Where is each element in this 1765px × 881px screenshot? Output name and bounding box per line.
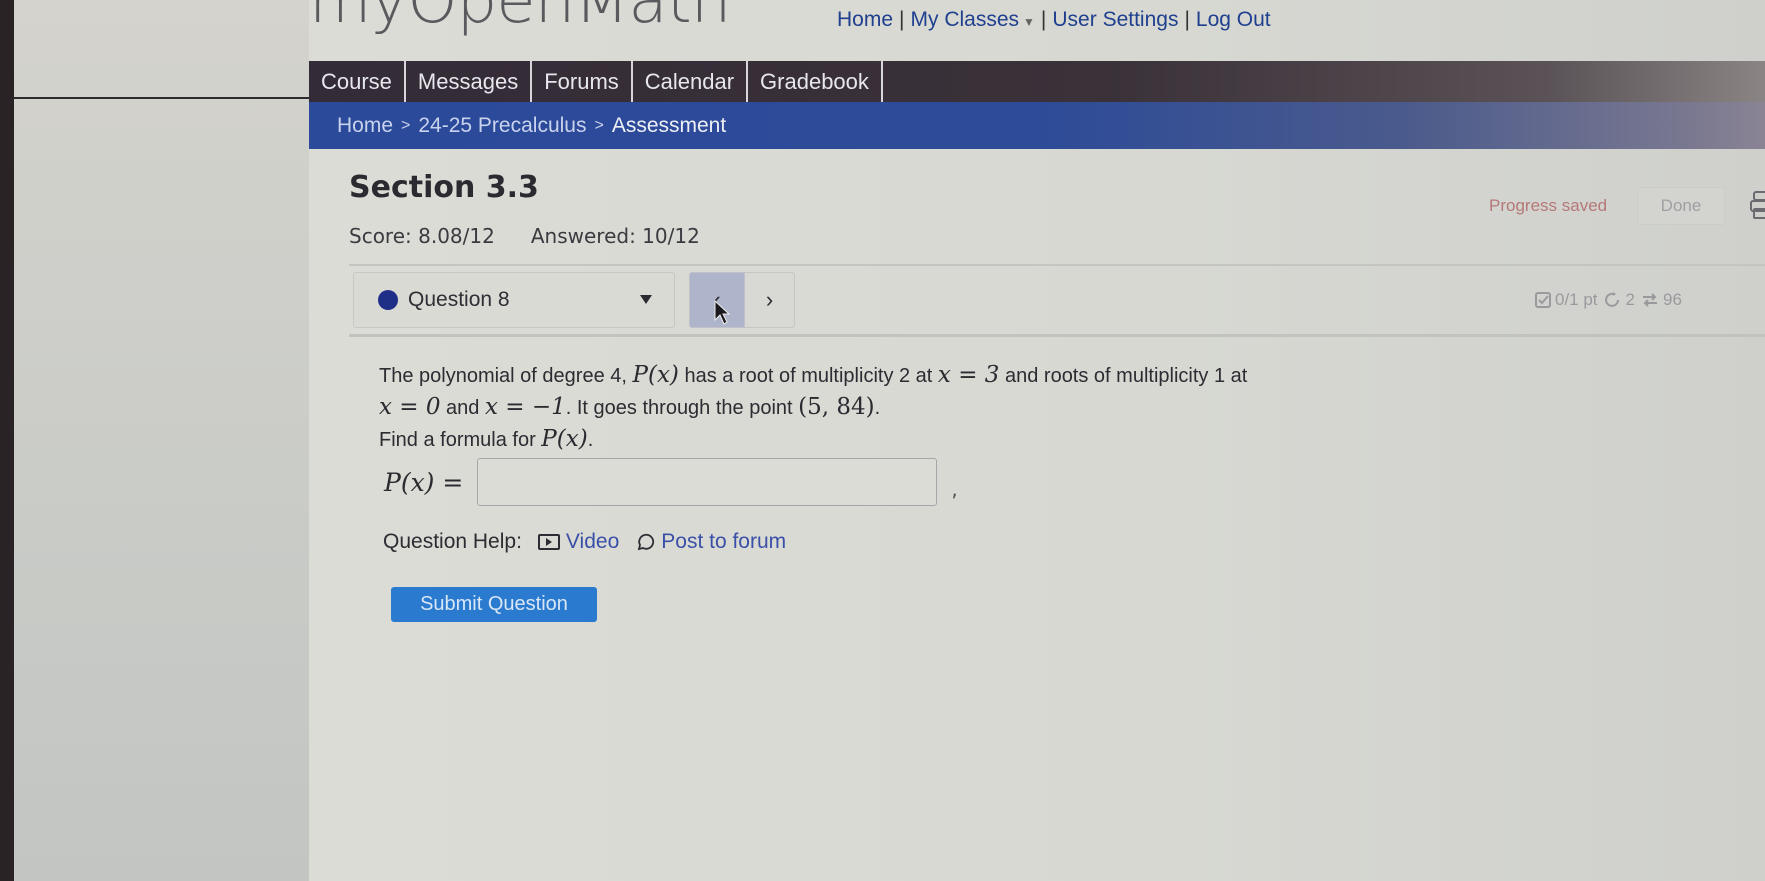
math-x-eq-0: x = 0 [379, 394, 441, 420]
text: and [440, 397, 485, 419]
video-icon [537, 534, 560, 550]
divider [349, 264, 1765, 266]
post-to-forum-label: Post to forum [661, 530, 787, 553]
done-button[interactable]: Done [1637, 187, 1725, 225]
math-expression: P(x) [541, 426, 587, 452]
answer-input[interactable] [477, 458, 938, 506]
math-expression: x = 0 [379, 394, 441, 420]
breadcrumb-home[interactable]: Home [337, 114, 393, 138]
math-x-eq-neg1: x = −1 [484, 394, 566, 420]
breadcrumb-separator: > [401, 116, 411, 134]
progress-status: Progress saved [1489, 196, 1608, 215]
points-text: 0/1 pt [1555, 290, 1598, 309]
link-home[interactable]: Home [837, 8, 893, 32]
question-help: Question Help: Video Post to forum [383, 530, 786, 554]
math-x-eq-3: x = 3 [937, 362, 1000, 388]
gutter-divider [14, 97, 309, 99]
page-content: myOpenMath Home | My Classes ▼ | User Set… [309, 0, 1765, 881]
text: and roots of multiplicity 1 at [999, 365, 1248, 387]
attempts-text: 2 [1625, 290, 1636, 309]
math-px: P(x) [632, 362, 679, 388]
answer-label-text: P(x) = [384, 467, 464, 497]
separator: | [899, 8, 905, 31]
question-status-dot [378, 290, 398, 310]
text: . It goes through the point [565, 397, 799, 419]
divider [349, 334, 1765, 337]
points-info: 0/1 pt [1535, 290, 1598, 310]
math-expression: (5, 84) [798, 394, 875, 420]
link-user-settings[interactable]: User Settings [1052, 8, 1178, 32]
score-text: Score: 8.08/12 [349, 224, 495, 248]
versions-info: 96 [1641, 290, 1682, 310]
tab-forums[interactable]: Forums [532, 61, 633, 102]
score-summary: Score: 8.08/12 Answered: 10/12 [349, 224, 700, 248]
separator: | [1040, 8, 1047, 31]
breadcrumb-current: Assessment [611, 113, 727, 137]
text: has a root of multiplicity 2 at [678, 365, 938, 387]
top-links: Home | My Classes ▼ | User Settings | Log… [837, 8, 1271, 32]
question-line-1: The polynomial of degree 4, P(x) has a r… [379, 360, 1479, 392]
tab-calendar[interactable]: Calendar [633, 61, 749, 102]
breadcrumb-course[interactable]: 24-25 Precalculus [418, 114, 586, 138]
site-logo[interactable]: myOpenMath [309, 0, 731, 38]
text: . [874, 397, 881, 419]
chevron-down-icon: ▼ [1023, 15, 1035, 29]
help-label: Question Help: [383, 530, 522, 553]
browser-screen: myOpenMath Home | My Classes ▼ | User Set… [14, 0, 1765, 881]
main-nav: Course Messages Forums Calendar Gradeboo… [309, 61, 1765, 102]
attempts-info: 2 [1604, 290, 1635, 310]
question-meta: 0/1 pt 2 96 [1535, 290, 1682, 310]
page-title: Section 3.3 [349, 170, 539, 205]
answer-label: P(x) = [384, 468, 463, 497]
question-text: The polynomial of degree 4, P(x) has a r… [379, 360, 1479, 456]
versions-text: 96 [1663, 290, 1682, 309]
question-line-3: Find a formula for P(x). [379, 424, 1479, 456]
math-px: P(x) [541, 426, 588, 452]
tab-gradebook[interactable]: Gradebook [748, 61, 883, 102]
tab-messages[interactable]: Messages [406, 61, 533, 102]
answered-text: Answered: 10/12 [530, 224, 700, 248]
answer-suffix: , [951, 477, 958, 501]
tab-course[interactable]: Course [309, 61, 406, 102]
link-log-out[interactable]: Log Out [1196, 8, 1271, 32]
speech-bubble-icon [638, 533, 655, 551]
link-my-classes-label: My Classes [910, 8, 1020, 31]
breadcrumb: Home > 24-25 Precalculus > Assessment [309, 102, 1765, 149]
question-line-2: x = 0 and x = −1. It goes through the po… [379, 392, 1479, 424]
next-question-button[interactable]: › [745, 272, 795, 328]
math-expression: P(x) [633, 362, 679, 388]
print-icon[interactable] [1749, 190, 1765, 222]
text: The polynomial of degree 4, [379, 365, 633, 387]
video-link[interactable]: Video [537, 530, 620, 554]
math-expression: x = −1 [485, 394, 566, 420]
answer-row: P(x) = , [384, 458, 958, 506]
text: Find a formula for [379, 429, 542, 451]
question-select[interactable]: Question 8 [353, 272, 675, 328]
breadcrumb-separator: > [594, 116, 604, 134]
math-expression: x = 3 [938, 362, 1000, 388]
checkbox-icon [1535, 292, 1551, 308]
video-link-label: Video [565, 530, 620, 553]
submit-question-button[interactable]: Submit Question [391, 587, 597, 622]
dropdown-caret-icon [640, 295, 652, 304]
page-gutter [14, 0, 309, 881]
retry-icon [1604, 292, 1619, 307]
separator: | [1184, 8, 1190, 31]
post-to-forum-link[interactable]: Post to forum [635, 530, 786, 554]
text: . [587, 429, 594, 451]
link-my-classes[interactable]: My Classes ▼ [911, 8, 1035, 32]
shuffle-icon [1643, 293, 1658, 307]
question-select-label: Question 8 [408, 288, 510, 311]
mouse-cursor-icon [714, 300, 731, 325]
